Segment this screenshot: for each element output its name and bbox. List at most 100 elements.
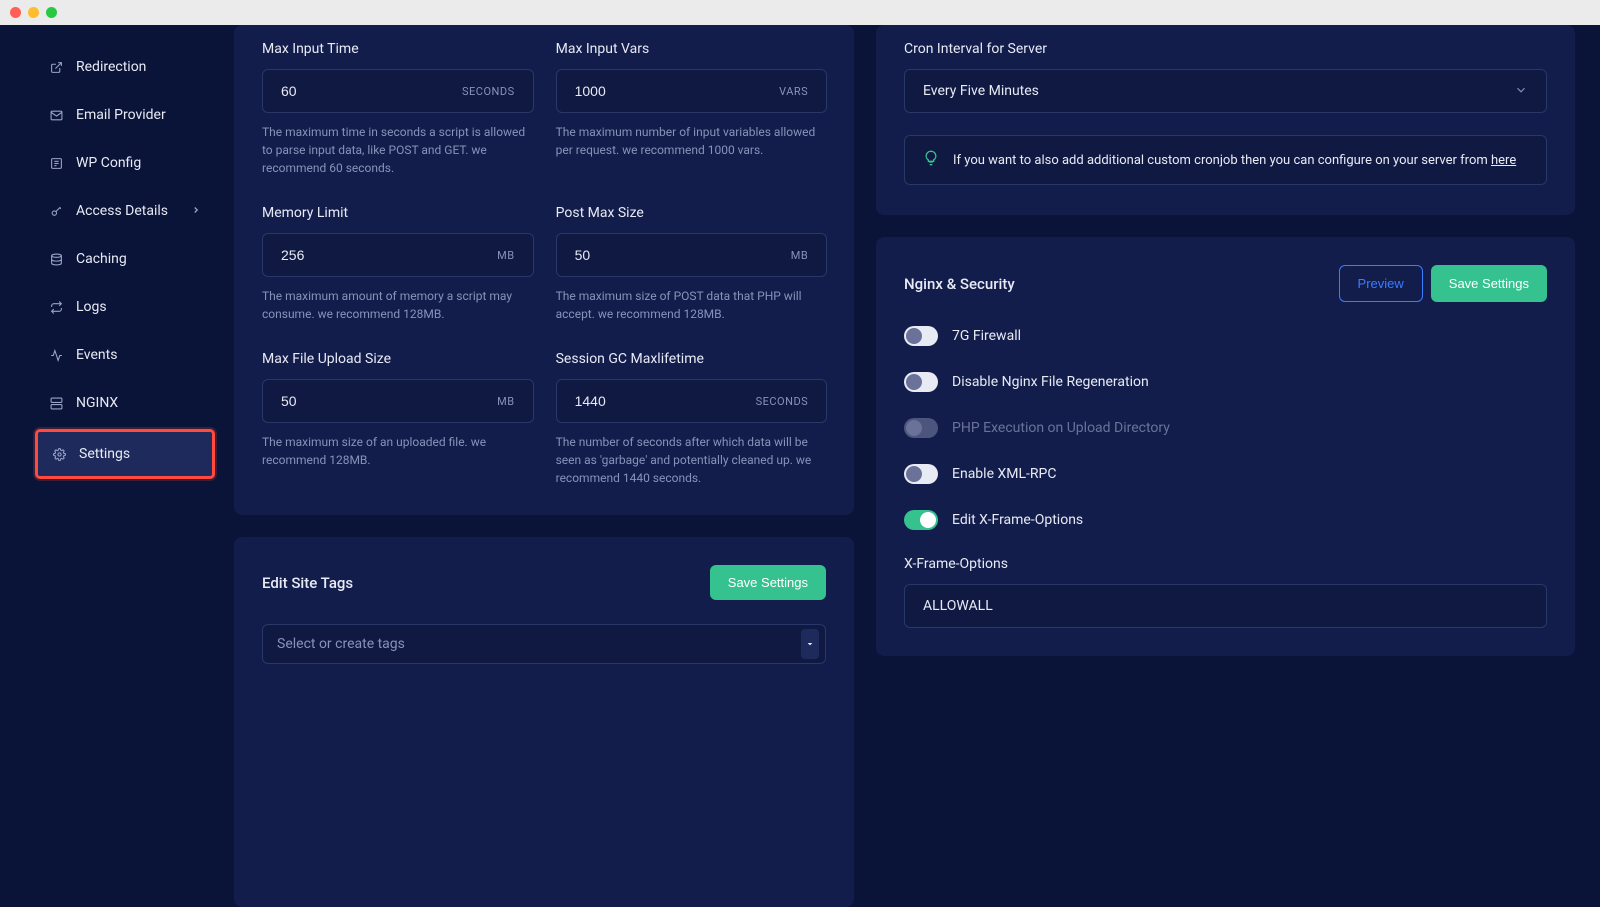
toggle-7g-firewall: 7G Firewall — [904, 326, 1547, 346]
toggle-switch[interactable] — [904, 510, 938, 530]
security-toggle-list: 7G Firewall Disable Nginx File Regenerat… — [904, 326, 1547, 530]
sidebar: Redirection Email Provider WP Config Acc… — [0, 25, 229, 882]
cron-notice: If you want to also add additional custo… — [904, 135, 1547, 185]
swap-icon — [49, 300, 63, 314]
session-gc-input[interactable] — [575, 393, 756, 409]
help-text: The maximum amount of memory a script ma… — [262, 287, 534, 323]
toggle-xframe-options: Edit X-Frame-Options — [904, 510, 1547, 530]
php-settings-card: Max Input Time SECONDS The maximum time … — [234, 25, 854, 515]
toggle-switch[interactable] — [904, 464, 938, 484]
sidebar-item-email-provider[interactable]: Email Provider — [35, 93, 215, 137]
server-icon — [49, 396, 63, 410]
minimize-window-button[interactable] — [28, 7, 39, 18]
input-wrap: MB — [262, 379, 534, 423]
field-label: Max File Upload Size — [262, 351, 534, 367]
unit-label: VARS — [779, 85, 808, 98]
sidebar-item-redirection[interactable]: Redirection — [35, 45, 215, 89]
sidebar-item-label: Email Provider — [76, 107, 166, 123]
help-text: The maximum size of an uploaded file. we… — [262, 433, 534, 469]
save-security-button[interactable]: Save Settings — [1431, 265, 1547, 302]
window-titlebar — [0, 0, 1600, 25]
field-max-input-time: Max Input Time SECONDS The maximum time … — [262, 41, 534, 177]
sidebar-item-logs[interactable]: Logs — [35, 285, 215, 329]
help-text: The maximum number of input variables al… — [556, 123, 828, 159]
tags-select[interactable]: Select or create tags — [262, 624, 826, 664]
help-text: The maximum time in seconds a script is … — [262, 123, 534, 177]
field-label: Session GC Maxlifetime — [556, 351, 828, 367]
unit-label: MB — [791, 249, 808, 262]
sidebar-item-label: Caching — [76, 251, 127, 267]
input-wrap: MB — [556, 233, 828, 277]
field-session-gc: Session GC Maxlifetime SECONDS The numbe… — [556, 351, 828, 487]
maximize-window-button[interactable] — [46, 7, 57, 18]
max-input-time-input[interactable] — [281, 83, 462, 99]
post-max-size-input[interactable] — [575, 247, 791, 263]
chevron-down-icon — [1514, 82, 1528, 101]
sidebar-item-wp-config[interactable]: WP Config — [35, 141, 215, 185]
sidebar-item-label: Events — [76, 347, 117, 363]
sidebar-item-events[interactable]: Events — [35, 333, 215, 377]
sidebar-item-label: Settings — [79, 446, 130, 462]
toggle-switch[interactable] — [904, 372, 938, 392]
cron-card: Cron Interval for Server Every Five Minu… — [876, 25, 1575, 215]
sidebar-item-settings[interactable]: Settings — [35, 429, 215, 479]
config-icon — [49, 156, 63, 170]
external-link-icon — [49, 60, 63, 74]
toggle-switch — [904, 418, 938, 438]
sidebar-item-caching[interactable]: Caching — [35, 237, 215, 281]
notice-text: If you want to also add additional custo… — [953, 153, 1516, 168]
input-wrap: MB — [262, 233, 534, 277]
field-max-input-vars: Max Input Vars VARS The maximum number o… — [556, 41, 828, 177]
unit-label: SECONDS — [462, 85, 515, 98]
close-window-button[interactable] — [10, 7, 21, 18]
field-label: X-Frame-Options — [904, 556, 1547, 572]
toggle-php-upload-exec: PHP Execution on Upload Directory — [904, 418, 1547, 438]
sidebar-item-label: WP Config — [76, 155, 141, 171]
field-label: Max Input Time — [262, 41, 534, 57]
save-tags-button[interactable]: Save Settings — [710, 565, 826, 600]
cron-interval-select[interactable]: Every Five Minutes — [904, 69, 1547, 113]
max-file-upload-input[interactable] — [281, 393, 497, 409]
input-wrap: SECONDS — [556, 379, 828, 423]
unit-label: SECONDS — [756, 395, 809, 408]
section-title: Nginx & Security — [904, 275, 1015, 293]
xframe-select[interactable]: ALLOWALL — [904, 584, 1547, 628]
sidebar-item-nginx[interactable]: NGINX — [35, 381, 215, 425]
field-label: Memory Limit — [262, 205, 534, 221]
select-value: ALLOWALL — [923, 598, 993, 614]
mail-icon — [49, 108, 63, 122]
edit-site-tags-card: Edit Site Tags Save Settings Select or c… — [234, 537, 854, 907]
dropdown-toggle-icon[interactable] — [801, 629, 819, 659]
toggle-label: PHP Execution on Upload Directory — [952, 420, 1170, 436]
toggle-switch[interactable] — [904, 326, 938, 346]
field-label: Post Max Size — [556, 205, 828, 221]
unit-label: MB — [497, 249, 514, 262]
sidebar-item-label: Redirection — [76, 59, 146, 75]
cron-here-link[interactable]: here — [1491, 153, 1516, 168]
toggle-label: Edit X-Frame-Options — [952, 512, 1083, 528]
preview-button[interactable]: Preview — [1339, 265, 1423, 302]
sidebar-item-label: NGINX — [76, 395, 118, 411]
field-label: Cron Interval for Server — [904, 41, 1547, 57]
sidebar-item-label: Access Details — [76, 203, 168, 219]
sidebar-item-access-details[interactable]: Access Details — [35, 189, 215, 233]
bulb-icon — [923, 150, 939, 170]
sidebar-item-label: Logs — [76, 299, 107, 315]
toggle-disable-nginx-regen: Disable Nginx File Regeneration — [904, 372, 1547, 392]
chevron-right-icon — [191, 203, 201, 219]
select-value: Every Five Minutes — [923, 83, 1039, 99]
memory-limit-input[interactable] — [281, 247, 497, 263]
help-text: The maximum size of POST data that PHP w… — [556, 287, 828, 323]
activity-icon — [49, 348, 63, 362]
toggle-label: Enable XML-RPC — [952, 466, 1056, 482]
field-memory-limit: Memory Limit MB The maximum amount of me… — [262, 205, 534, 323]
max-input-vars-input[interactable] — [575, 83, 780, 99]
database-icon — [49, 252, 63, 266]
tags-placeholder: Select or create tags — [277, 636, 405, 652]
toggle-label: 7G Firewall — [952, 328, 1021, 344]
field-max-file-upload: Max File Upload Size MB The maximum size… — [262, 351, 534, 487]
field-post-max-size: Post Max Size MB The maximum size of POS… — [556, 205, 828, 323]
key-icon — [49, 204, 63, 218]
toggle-enable-xmlrpc: Enable XML-RPC — [904, 464, 1547, 484]
field-label: Max Input Vars — [556, 41, 828, 57]
